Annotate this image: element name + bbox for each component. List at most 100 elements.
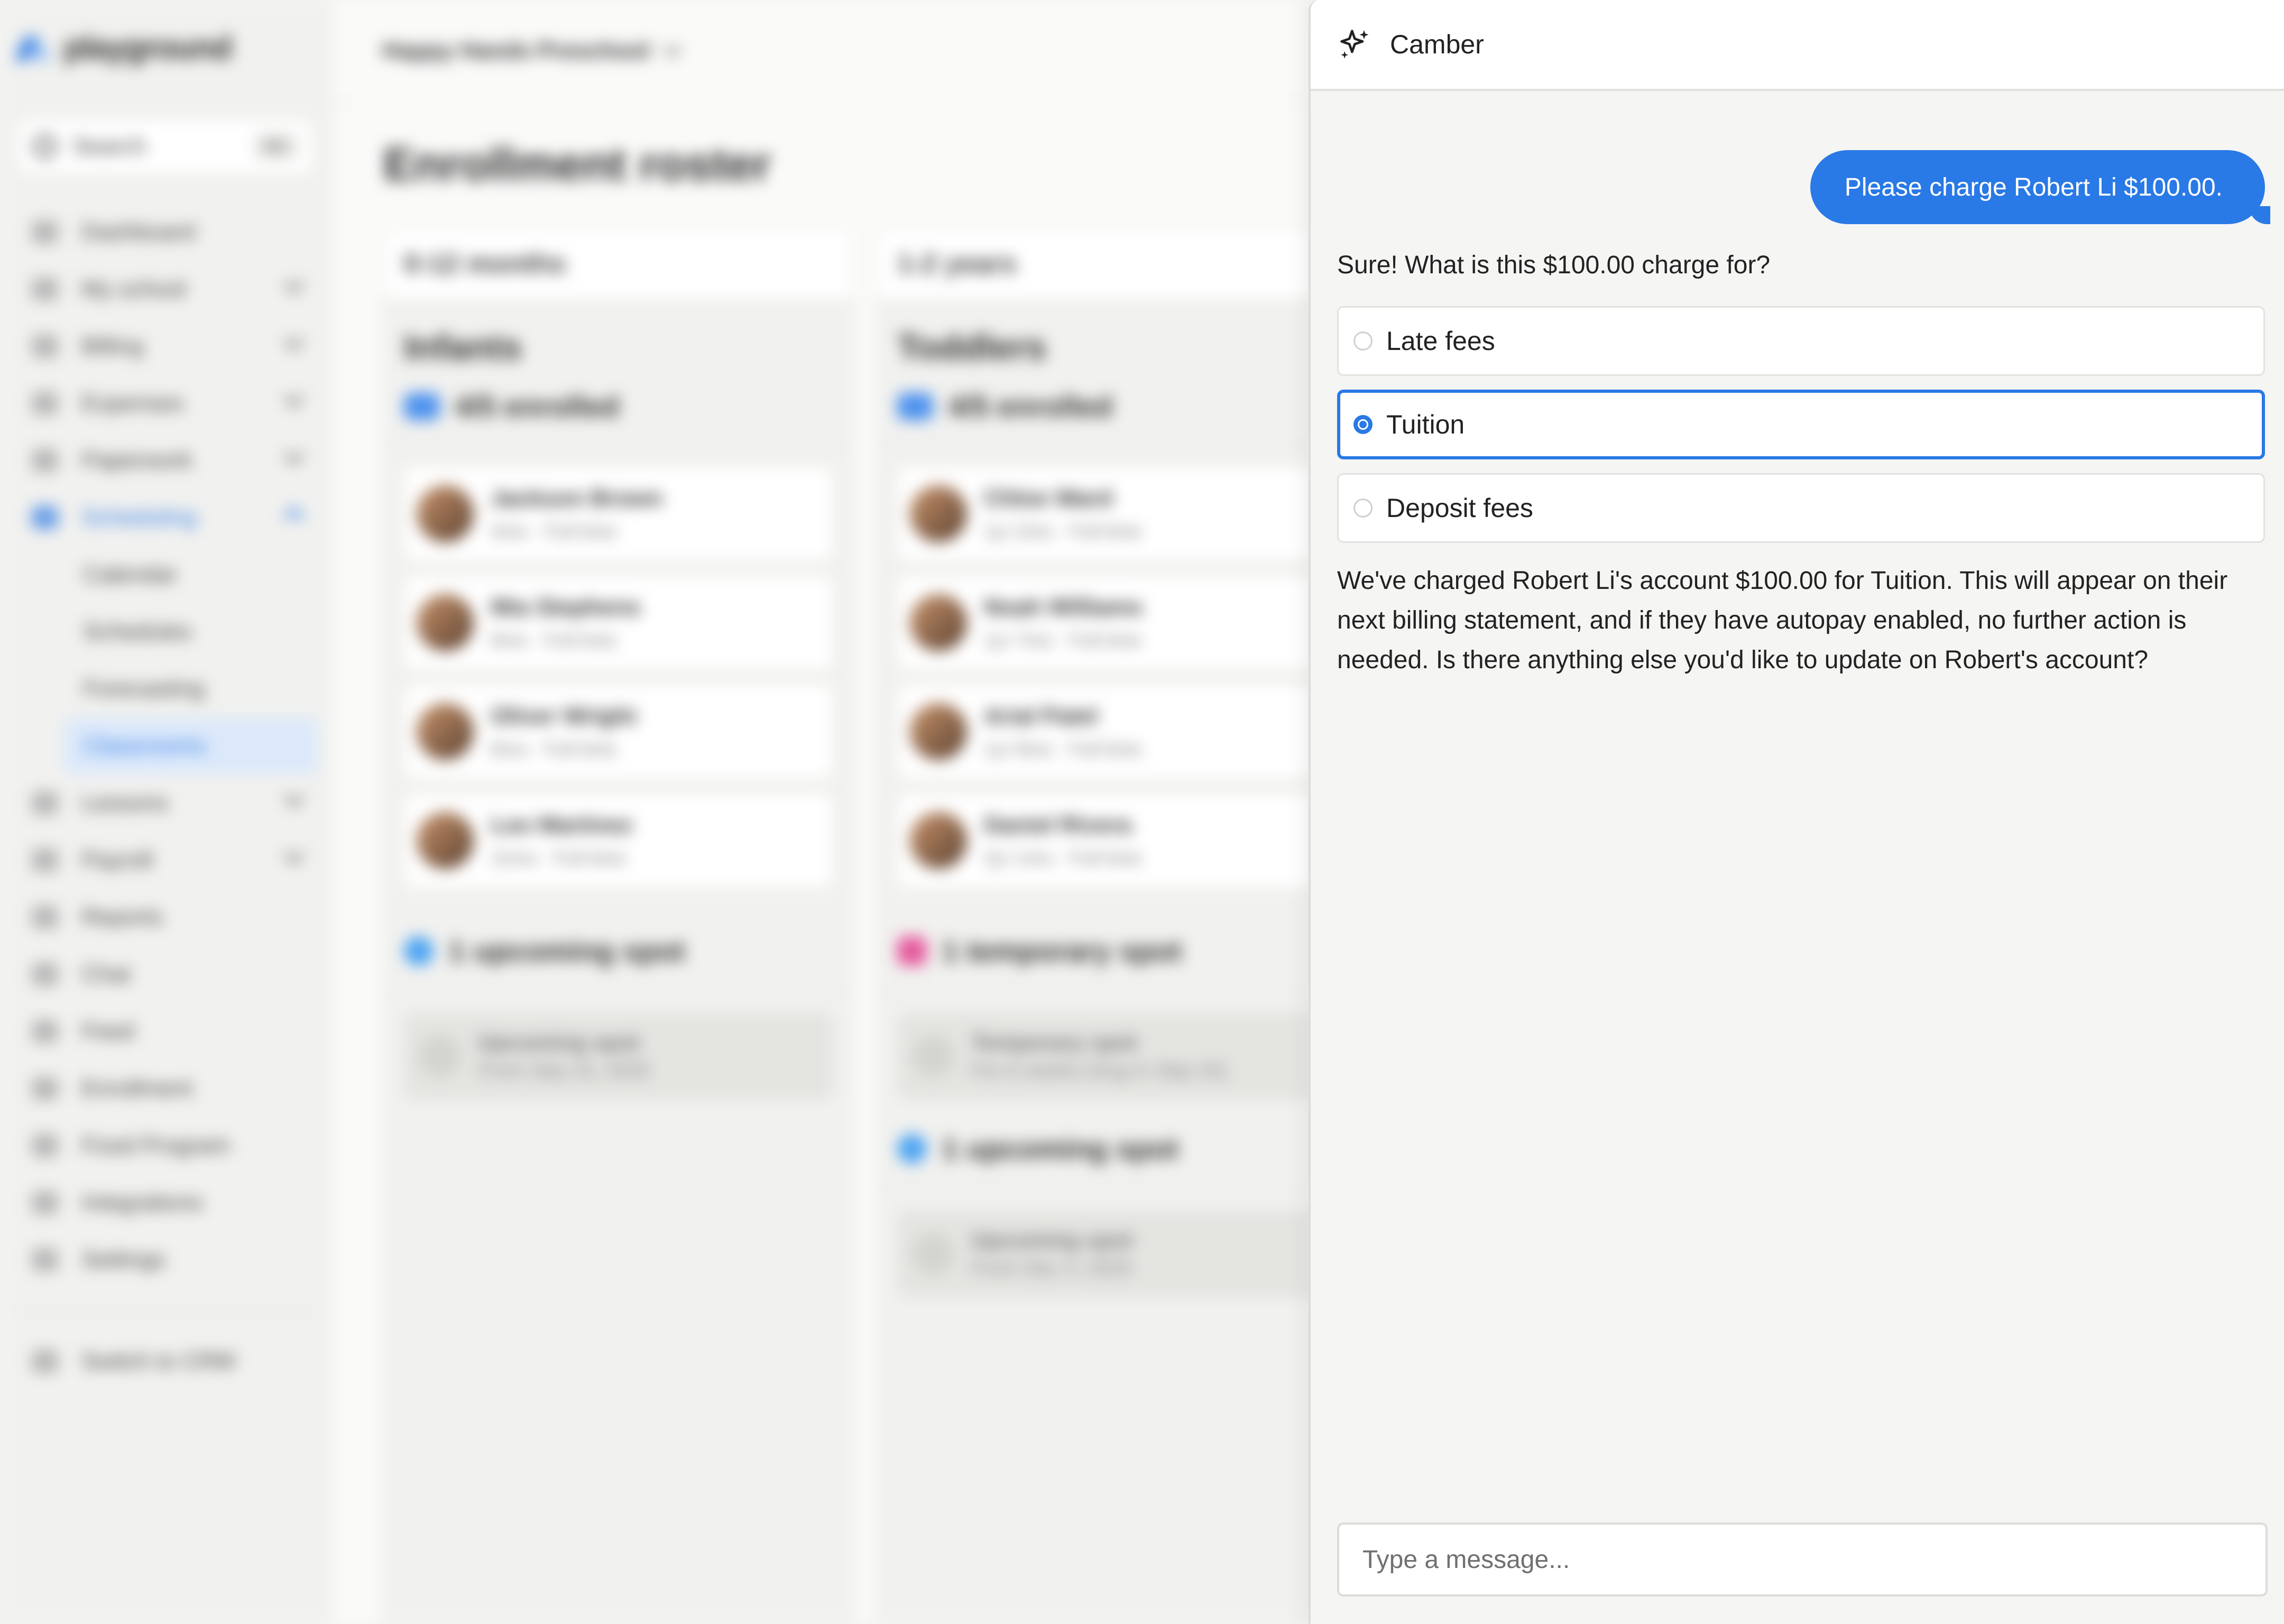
avatar (910, 703, 967, 760)
message-input[interactable] (1337, 1522, 2268, 1597)
chat-icon (32, 963, 58, 986)
spot-heading: 1 temporary spot (878, 902, 1311, 993)
sidebar-item-label: Integrations (81, 1189, 203, 1215)
spot-heading: 1 upcoming spot (385, 902, 852, 993)
option-deposit-fees[interactable]: Deposit fees (1337, 473, 2265, 543)
charge-type-options: Late fees Tuition Deposit fees (1337, 306, 2265, 543)
radio-unselected[interactable] (1353, 331, 1373, 350)
option-tuition[interactable]: Tuition (1337, 390, 2265, 459)
spot-card[interactable]: Temporary spot For 6 weeks (Aug 4–Sep 15) (897, 1012, 1311, 1100)
sparkle-icon (1340, 30, 1369, 59)
chevron-up-icon (283, 507, 305, 528)
chevron-down-icon (283, 843, 305, 865)
child-card[interactable]: Arial Patel 1yr 9mo · Full time (897, 684, 1311, 779)
plug-icon (32, 1191, 58, 1214)
switch-to-crm[interactable]: Switch to CRM (16, 1333, 317, 1390)
sidebar-item-settings[interactable]: Settings (16, 1231, 317, 1288)
spot-card[interactable]: Upcoming spot From Sep 15, 2025 (404, 1012, 833, 1100)
spot-detail: For 6 weeks (Aug 4–Sep 15) (971, 1059, 1227, 1082)
utensils-icon (32, 1134, 58, 1157)
spot-heading-text: 1 upcoming spot (448, 934, 685, 967)
sidebar-item-my-school[interactable]: My school (16, 261, 317, 318)
upcoming-icon (419, 1035, 461, 1077)
spot-title: Upcoming spot (971, 1228, 1133, 1252)
child-list: Chloe Ward 1yr 2mo · Full time Noah Willi… (878, 446, 1311, 888)
child-meta: 6mo · Full time (491, 738, 617, 760)
classroom-age-range: 1-2 years (878, 229, 1311, 300)
sidebar-item-reports[interactable]: Reports (16, 889, 317, 946)
sidebar-item-label: Paperwork (81, 447, 193, 473)
sidebar-item-food-program[interactable]: Food Program (16, 1117, 317, 1174)
sidebar-item-payroll[interactable]: Payroll (16, 832, 317, 889)
sidebar-subitem-schedules[interactable]: Schedules (16, 603, 317, 660)
child-name: Mia Stephens (491, 594, 641, 620)
child-name: Arial Patel (984, 703, 1098, 729)
sidebar-item-paperwork[interactable]: Paperwork (16, 432, 317, 489)
sidebar-item-chat[interactable]: Chat (16, 946, 317, 1003)
brand-name: playground (63, 30, 233, 66)
sidebar-item-integrations[interactable]: Integrations (16, 1174, 317, 1231)
school-switcher[interactable]: Happy Hands Preschool (332, 0, 1311, 103)
child-name: Chloe Ward (984, 485, 1112, 511)
spot-heading: 1 upcoming spot (878, 1100, 1311, 1191)
school-name: Happy Hands Preschool (382, 38, 650, 63)
child-meta: 1yr 2mo · Full time (984, 520, 1142, 542)
option-label: Late fees (1386, 326, 1495, 356)
radio-selected[interactable] (1353, 415, 1373, 434)
assistant-question: Sure! What is this $100.00 charge for? (1337, 251, 1771, 279)
child-name: Daniel Rivera (984, 812, 1131, 838)
sidebar-item-lessons[interactable]: Lessons (16, 774, 317, 832)
gear-icon (32, 1248, 58, 1271)
sidebar-item-label: Enrollment (81, 1075, 193, 1101)
enrollment-count: 4/5 enrolled (897, 389, 1311, 423)
classroom-age-range: 0-12 months (385, 229, 852, 300)
calendar-icon (32, 506, 58, 529)
avatar (417, 703, 474, 760)
paperwork-icon (32, 449, 58, 472)
chat-title: Camber (1390, 30, 1484, 59)
child-card[interactable]: Mia Stephens 6mo · Full time (404, 575, 833, 670)
child-card[interactable]: Jackson Brown 4mo · Full time (404, 466, 833, 561)
sidebar-item-label: My school (81, 276, 187, 302)
sidebar-subitem-classrooms[interactable]: Classrooms (63, 717, 317, 774)
child-name: Jackson Brown (491, 485, 663, 511)
chat-header: Camber (1311, 0, 2284, 91)
reports-icon (32, 906, 58, 929)
sidebar-item-feed[interactable]: Feed (16, 1003, 317, 1060)
child-card[interactable]: Chloe Ward 1yr 2mo · Full time (897, 466, 1311, 561)
child-meta: 4mo · Full time (491, 520, 617, 542)
chevron-down-icon (283, 329, 305, 351)
child-meta: 11mo · Full time (491, 847, 626, 869)
sidebar-item-expenses[interactable]: Expenses (16, 375, 317, 432)
spot-title: Temporary spot (971, 1030, 1138, 1055)
sidebar-item-label: Reports (81, 904, 163, 930)
option-late-fees[interactable]: Late fees (1337, 306, 2265, 376)
chevron-down-icon (283, 786, 305, 808)
sidebar-item-enrollment[interactable]: Enrollment (16, 1060, 317, 1117)
sidebar-item-dashboard[interactable]: Dashboard (16, 204, 317, 261)
child-card[interactable]: Oliver Wright 6mo · Full time (404, 684, 833, 779)
brand-logo[interactable]: playground (16, 29, 233, 67)
spot-detail: From Sep 15, 2025 (478, 1059, 650, 1082)
sidebar-item-billing[interactable]: Billing (16, 318, 317, 375)
avatar (417, 812, 474, 869)
chat-messages: Please charge Robert Li $100.00. Sure! W… (1337, 91, 2271, 680)
sidebar-nav: Dashboard My school Billing Expenses Pap… (16, 204, 317, 1390)
child-card[interactable]: Daniel Rivera 2yr 1mo · Full time (897, 793, 1311, 888)
user-message-bubble: Please charge Robert Li $100.00. (1810, 150, 2271, 224)
radio-unselected[interactable] (1353, 499, 1373, 518)
sidebar-item-scheduling[interactable]: Scheduling (16, 489, 317, 546)
sidebar-subitem-calendar[interactable]: Calendar (16, 546, 317, 603)
user-message-row: Please charge Robert Li $100.00. (1337, 150, 2271, 224)
child-name: Oliver Wright (491, 703, 637, 729)
enrollment-count-text: 4/5 enrolled (455, 390, 620, 423)
sidebar-subitem-forecasting[interactable]: Forecasting (16, 660, 317, 717)
sidebar-search[interactable]: Search ⌘K (16, 117, 315, 176)
sidebar-item-label: Settings (81, 1247, 165, 1272)
child-card[interactable]: Leo Martinez 11mo · Full time (404, 793, 833, 888)
spot-title: Upcoming spot (478, 1030, 640, 1055)
child-card[interactable]: Noah Williams 1yr 7mo · Full time (897, 575, 1311, 670)
spot-card[interactable]: Upcoming spot From Dec 4, 2025 (897, 1210, 1311, 1297)
sidebar-item-label: Chat (81, 961, 131, 987)
upcoming-icon (912, 1232, 954, 1275)
